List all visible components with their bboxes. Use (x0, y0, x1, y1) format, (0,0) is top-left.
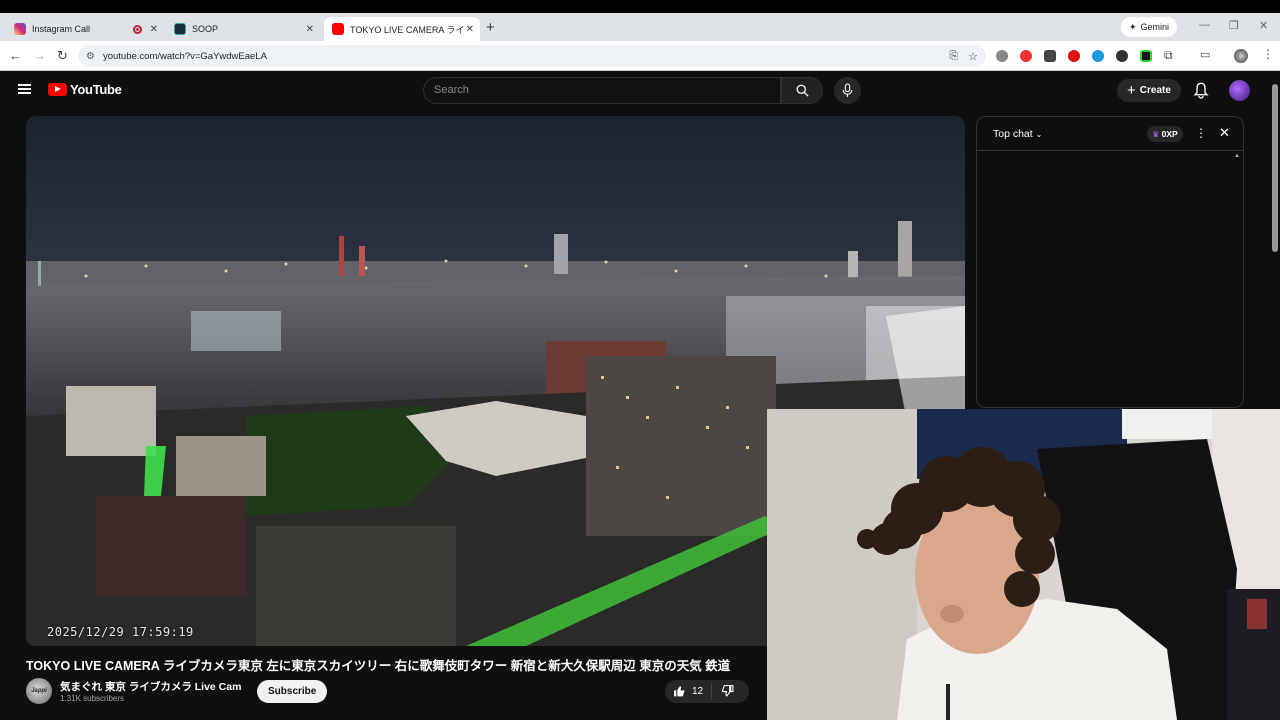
extension-icon[interactable] (1092, 50, 1104, 62)
instagram-icon (14, 23, 26, 35)
channel-avatar-text: Jappi (31, 688, 47, 694)
extension-icon[interactable] (1068, 50, 1080, 62)
subscriber-count: 1.31K subscribers (60, 694, 125, 703)
extension-icon[interactable] (1044, 50, 1056, 62)
video-title: TOKYO LIVE CAMERA ライブカメラ東京 左に東京スカイツリー 右に… (26, 659, 731, 673)
tab-search-icon[interactable]: ▭ (1200, 48, 1212, 61)
search-icon (796, 84, 809, 97)
like-button[interactable]: 12 (665, 684, 713, 699)
close-chat-icon[interactable]: ✕ (1219, 125, 1230, 141)
url-text: youtube.com/watch?v=GaYwdwEaeLA (102, 50, 267, 62)
crown-icon: ♛ (1152, 128, 1160, 139)
gemini-sparkle-icon: ✦ (1129, 21, 1137, 32)
create-button[interactable]: + Create (1117, 79, 1181, 102)
tab-title: TOKYO LIVE CAMERA ライブカメ (350, 24, 466, 35)
like-count: 12 (692, 686, 704, 697)
recording-icon (133, 24, 142, 34)
browser-tab-bar: Instagram Call ✕ SOOP ✕ TOKYO LIVE CAMER… (0, 13, 1280, 41)
tab-instagram-call[interactable]: Instagram Call ✕ (6, 17, 164, 41)
top-chat-dropdown[interactable]: Top chat ⌄ (993, 128, 1042, 140)
subscribe-button[interactable]: Subscribe (257, 680, 328, 703)
close-tab-icon[interactable]: ✕ (466, 24, 474, 35)
minimize-icon[interactable]: — (1199, 19, 1210, 31)
shield-extension-icon[interactable] (1116, 50, 1128, 62)
browser-toolbar: ← → ↻ ⚙ youtube.com/watch?v=GaYwdwEaeLA … (0, 41, 1280, 71)
bookmark-star-icon[interactable]: ☆ (968, 50, 978, 63)
dislike-button[interactable] (712, 684, 743, 700)
browser-menu-icon[interactable]: ⋮ (1262, 47, 1274, 61)
restore-icon[interactable]: ❐ (1229, 19, 1239, 32)
channel-name[interactable]: 気まぐれ 東京 ライブカメラ Live Cam (60, 679, 241, 694)
extensions-puzzle-icon[interactable]: ⧉ (1164, 48, 1176, 62)
adblock-icon[interactable] (1020, 50, 1032, 62)
streamer-webcam-image (767, 409, 1280, 720)
close-window-icon[interactable]: ✕ (1259, 19, 1268, 32)
youtube-logo[interactable]: YouTube (48, 82, 122, 97)
tab-title: SOOP (192, 24, 219, 34)
more-options-icon[interactable]: ⋮ (1195, 126, 1207, 140)
xp-badge[interactable]: ♛ 0XP (1147, 126, 1183, 142)
menu-icon[interactable] (18, 84, 31, 94)
bell-icon (1193, 82, 1209, 99)
close-tab-icon[interactable]: ✕ (150, 24, 158, 35)
account-avatar[interactable] (1229, 80, 1250, 101)
new-tab-button[interactable]: + (486, 19, 495, 36)
camera-timestamp: 2025/12/29 17:59:19 (47, 625, 194, 639)
gemini-button[interactable]: ✦ Gemini (1121, 17, 1178, 37)
top-chat-label: Top chat (993, 128, 1033, 140)
youtube-header: YouTube Search + Create (0, 72, 1270, 110)
kick-extension-icon[interactable] (1140, 50, 1152, 62)
plus-icon: + (1127, 82, 1136, 99)
extension-icon[interactable] (996, 50, 1008, 62)
search-input[interactable]: Search (423, 77, 781, 104)
youtube-logo-text: YouTube (70, 82, 122, 97)
forward-icon[interactable]: → (33, 48, 46, 63)
reload-icon[interactable]: ↻ (57, 48, 68, 64)
create-label: Create (1139, 85, 1171, 96)
chat-scroll-up-icon[interactable]: ▲ (1234, 153, 1240, 159)
webcam-overlay (767, 409, 1280, 720)
chevron-down-icon: ⌄ (1035, 130, 1043, 139)
soop-icon (174, 23, 186, 35)
site-settings-icon[interactable]: ⚙ (86, 51, 95, 62)
address-bar[interactable]: ⚙ youtube.com/watch?v=GaYwdwEaeLA ⎘ ☆ (78, 45, 986, 67)
tab-title: Instagram Call (32, 24, 91, 34)
back-icon[interactable]: ← (9, 48, 22, 63)
screen-top-strip (0, 0, 1280, 13)
chat-header: Top chat ⌄ ♛ 0XP ⋮ ✕ (977, 117, 1243, 151)
xp-label: 0XP (1161, 129, 1178, 139)
voice-search-button[interactable] (834, 77, 861, 104)
tab-soop[interactable]: SOOP ✕ (166, 17, 320, 41)
like-dislike-group: 12 (665, 680, 749, 703)
thumbs-up-icon (674, 686, 685, 697)
close-tab-icon[interactable]: ✕ (306, 24, 314, 35)
youtube-play-icon (48, 83, 67, 96)
notifications-button[interactable] (1193, 81, 1209, 104)
youtube-favicon-icon (332, 23, 344, 35)
live-chat-panel: Top chat ⌄ ♛ 0XP ⋮ ✕ ▲ (976, 116, 1244, 408)
channel-avatar[interactable]: Jappi (26, 678, 52, 704)
gemini-label: Gemini (1140, 22, 1170, 32)
install-app-icon[interactable]: ⎘ (949, 50, 958, 63)
tab-youtube-tokyo-live[interactable]: TOKYO LIVE CAMERA ライブカメ ✕ (324, 17, 480, 41)
profile-avatar[interactable] (1234, 49, 1248, 63)
thumbs-down-icon (722, 684, 734, 697)
microphone-icon (842, 83, 853, 97)
scrollbar-thumb[interactable] (1272, 84, 1278, 252)
search-button[interactable] (781, 77, 823, 104)
